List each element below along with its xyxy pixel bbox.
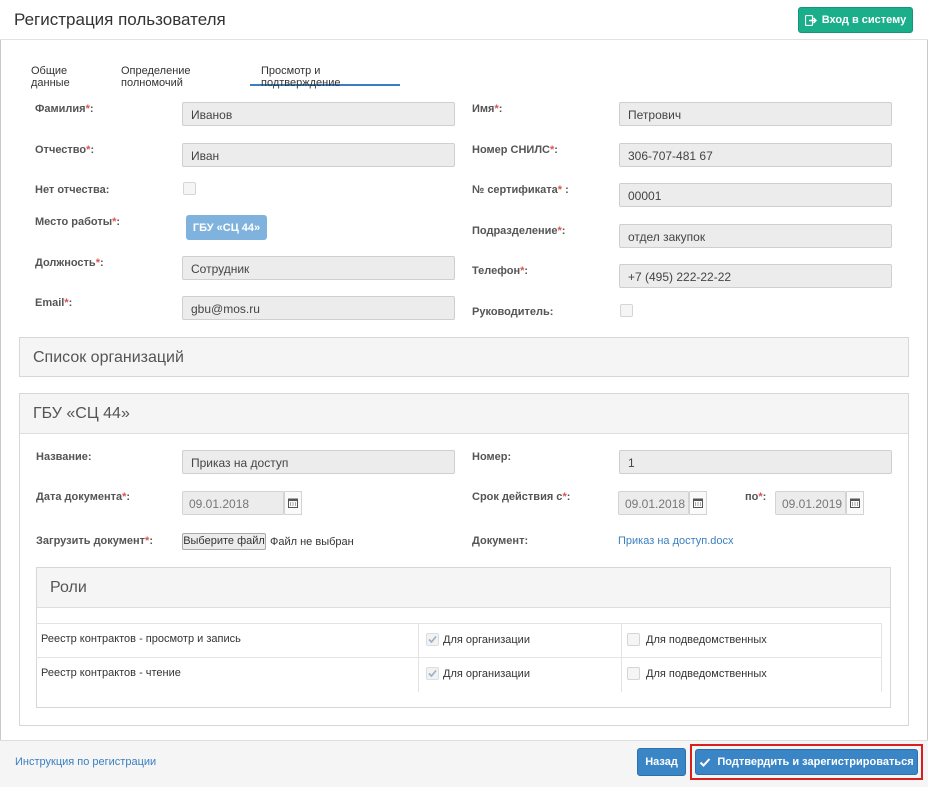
role-sub-cell: Для подведомственных: [621, 658, 882, 692]
lastname-label: Фамилия*:: [35, 103, 94, 115]
choose-file-button[interactable]: Выберите файл: [182, 533, 266, 550]
snils-field[interactable]: 306-707-481 67: [619, 143, 892, 167]
checkmark-icon: [428, 669, 437, 678]
role-org-label: Для организации: [443, 668, 530, 680]
file-status-text: Файл не выбран: [270, 536, 354, 548]
role-sub-label: Для подведомственных: [646, 668, 767, 680]
doc-number-field[interactable]: 1: [619, 450, 892, 474]
role-name: Реестр контрактов - чтение: [41, 667, 181, 679]
role-sub-cell: Для подведомственных: [621, 624, 882, 658]
department-field[interactable]: отдел закупок: [619, 224, 892, 248]
valid-from-label: Срок действия с*:: [472, 491, 571, 503]
tab-general[interactable]: Общие данные: [31, 60, 103, 89]
certificate-field[interactable]: 00001: [619, 183, 892, 207]
department-label: Подразделение*:: [472, 225, 566, 237]
patronymic-label: Отчество*:: [35, 144, 95, 156]
org-list-header: Список организаций: [20, 338, 908, 376]
roles-title: Роли: [50, 579, 87, 596]
role-org-checkbox[interactable]: [426, 667, 439, 680]
org-list-panel: Список организаций: [19, 337, 909, 377]
phone-label: Телефон*:: [472, 265, 529, 277]
position-label: Должность*:: [35, 257, 104, 269]
doc-date-field[interactable]: 09.01.2018: [182, 491, 284, 515]
role-org-cell: Для организации: [418, 658, 621, 692]
org-panel-header: ГБУ «СЦ 44»: [20, 394, 908, 434]
table-row: Реестр контрактов - просмотр и запись Дл…: [36, 623, 882, 658]
snils-label: Номер СНИЛС*:: [472, 144, 558, 156]
role-org-cell: Для организации: [418, 624, 621, 658]
role-org-checkbox[interactable]: [426, 633, 439, 646]
tab-permissions[interactable]: Определение полномочий: [121, 60, 246, 89]
doc-name-label: Название:: [36, 451, 92, 463]
valid-to-field[interactable]: 09.01.2019: [775, 491, 846, 515]
tab-review[interactable]: Просмотр и подтверждение: [250, 60, 400, 89]
workplace-label: Место работы*:: [35, 216, 121, 228]
back-button[interactable]: Назад: [637, 748, 686, 776]
checkmark-icon: [428, 635, 437, 644]
calendar-icon: [288, 498, 298, 508]
login-button[interactable]: Вход в систему: [798, 7, 913, 33]
firstname-label: Имя*:: [472, 103, 503, 115]
doc-date-label: Дата документа*:: [36, 491, 131, 503]
valid-from-field[interactable]: 09.01.2018: [618, 491, 689, 515]
calendar-icon: [693, 498, 703, 508]
email-field[interactable]: gbu@mos.ru: [182, 296, 455, 320]
org-panel-title: ГБУ «СЦ 44»: [33, 405, 130, 422]
confirm-button-label: Подтвердить и зарегистрироваться: [717, 756, 914, 768]
org-list-title: Список организаций: [33, 349, 184, 366]
tab-bar: Общие данные Определение полномочий Прос…: [20, 60, 910, 89]
valid-to-label: по*:: [745, 491, 767, 503]
valid-from-calendar-button[interactable]: [689, 491, 707, 515]
position-field[interactable]: Сотрудник: [182, 256, 455, 280]
workplace-org-tag[interactable]: ГБУ «СЦ 44»: [186, 215, 267, 240]
lastname-field[interactable]: Иванов: [182, 102, 455, 126]
valid-to-calendar-button[interactable]: [846, 491, 864, 515]
phone-field[interactable]: +7 (495) 222-22-22: [619, 264, 892, 288]
document-label: Документ:: [472, 535, 529, 547]
confirm-register-button[interactable]: Подтвердить и зарегистрироваться: [695, 749, 918, 775]
manager-checkbox[interactable]: [620, 304, 633, 317]
upload-label: Загрузить документ*:: [36, 535, 153, 547]
firstname-field[interactable]: Петрович: [619, 102, 892, 126]
manager-label: Руководитель:: [472, 306, 554, 318]
role-name: Реестр контрактов - просмотр и запись: [41, 633, 241, 645]
no-patronymic-checkbox[interactable]: [183, 182, 196, 195]
role-org-label: Для организации: [443, 634, 530, 646]
sign-in-icon: [804, 14, 817, 26]
doc-number-label: Номер:: [472, 451, 512, 463]
role-sub-label: Для подведомственных: [646, 634, 767, 646]
table-row: Реестр контрактов - чтение Для организац…: [36, 657, 882, 692]
doc-date-calendar-button[interactable]: [284, 491, 302, 515]
role-sub-checkbox[interactable]: [627, 667, 640, 680]
checkmark-icon: [700, 757, 711, 767]
calendar-icon: [850, 498, 860, 508]
document-link[interactable]: Приказ на доступ.docx: [618, 535, 734, 547]
confirm-highlight: Подтвердить и зарегистрироваться: [690, 744, 923, 780]
role-sub-checkbox[interactable]: [627, 633, 640, 646]
email-label: Email*:: [35, 297, 73, 309]
login-button-label: Вход в систему: [821, 14, 907, 26]
page-title: Регистрация пользователя: [14, 10, 226, 29]
window-header: Регистрация пользователя Вход в систему: [0, 0, 928, 40]
no-patronymic-label: Нет отчества:: [35, 184, 110, 196]
roles-header: Роли: [37, 568, 890, 608]
certificate-label: № сертификата* :: [472, 184, 569, 196]
patronymic-field[interactable]: Иван: [182, 143, 455, 167]
registration-help-link[interactable]: Инструкция по регистрации: [15, 756, 156, 768]
doc-name-field[interactable]: Приказ на доступ: [182, 450, 455, 474]
